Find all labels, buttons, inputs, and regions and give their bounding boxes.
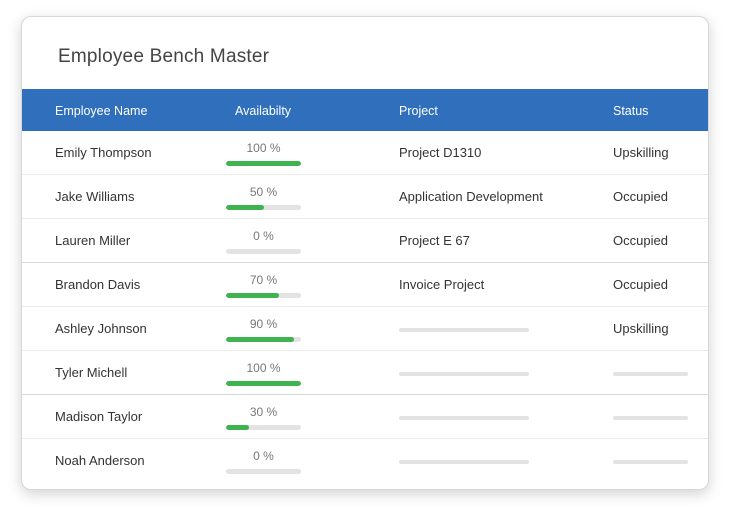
- table-body: Emily Thompson 100 % Project D1310 Upski…: [22, 131, 708, 482]
- project-name: Project D1310: [399, 145, 482, 160]
- table-row[interactable]: Brandon Davis 70 % Invoice Project Occup…: [22, 263, 708, 307]
- bench-master-card: Employee Bench Master Employee Name Avai…: [21, 16, 709, 490]
- project-name: Project E 67: [399, 233, 470, 248]
- availability-percent: 100 %: [246, 141, 281, 155]
- availability-percent: 50 %: [249, 185, 278, 199]
- availability-cell: 100 %: [226, 361, 301, 386]
- availability-cell: 100 %: [226, 141, 301, 166]
- employee-name: Lauren Miller: [55, 233, 131, 248]
- table-row[interactable]: Noah Anderson 0 %: [22, 439, 708, 482]
- project-placeholder: [399, 328, 529, 332]
- availability-percent: 30 %: [249, 405, 278, 419]
- status-placeholder: [613, 416, 688, 420]
- availability-bar-track: [226, 249, 301, 254]
- availability-bar-fill: [226, 337, 294, 342]
- employee-name: Jake Williams: [55, 189, 135, 204]
- employee-name: Tyler Michell: [55, 365, 128, 380]
- column-header-availability[interactable]: Availabilty: [235, 104, 291, 118]
- table-row[interactable]: Lauren Miller 0 % Project E 67 Occupied: [22, 219, 708, 263]
- status-text: Occupied: [613, 233, 668, 248]
- availability-bar-track: [226, 425, 301, 430]
- availability-bar-track: [226, 337, 301, 342]
- table-row[interactable]: Ashley Johnson 90 % Upskilling: [22, 307, 708, 351]
- status-placeholder: [613, 372, 688, 376]
- project-placeholder: [399, 416, 529, 420]
- employee-name: Emily Thompson: [55, 145, 152, 160]
- column-header-status[interactable]: Status: [613, 104, 648, 118]
- status-text: Upskilling: [613, 145, 669, 160]
- status-placeholder: [613, 460, 688, 464]
- availability-percent: 100 %: [246, 361, 281, 375]
- table-row[interactable]: Tyler Michell 100 %: [22, 351, 708, 395]
- employee-name: Noah Anderson: [55, 453, 145, 468]
- status-text: Occupied: [613, 189, 668, 204]
- availability-bar-track: [226, 293, 301, 298]
- project-name: Invoice Project: [399, 277, 485, 292]
- availability-bar-fill: [226, 381, 301, 386]
- availability-bar-fill: [226, 293, 279, 298]
- availability-cell: 0 %: [226, 229, 301, 254]
- employee-name: Madison Taylor: [55, 409, 143, 424]
- availability-cell: 90 %: [226, 317, 301, 342]
- availability-bar-track: [226, 161, 301, 166]
- table-row[interactable]: Jake Williams 50 % Application Developme…: [22, 175, 708, 219]
- status-text: Occupied: [613, 277, 668, 292]
- project-name: Application Development: [399, 189, 543, 204]
- availability-cell: 0 %: [226, 449, 301, 474]
- availability-percent: 70 %: [249, 273, 278, 287]
- availability-bar-fill: [226, 161, 301, 166]
- table-row[interactable]: Emily Thompson 100 % Project D1310 Upski…: [22, 131, 708, 175]
- availability-bar-track: [226, 381, 301, 386]
- availability-bar-track: [226, 205, 301, 210]
- project-placeholder: [399, 372, 529, 376]
- availability-bar-fill: [226, 425, 249, 430]
- employee-name: Ashley Johnson: [55, 321, 147, 336]
- project-placeholder: [399, 460, 529, 464]
- table-row[interactable]: Madison Taylor 30 %: [22, 395, 708, 439]
- availability-percent: 0 %: [253, 449, 274, 463]
- column-header-employee-name[interactable]: Employee Name: [55, 104, 147, 118]
- availability-bar-track: [226, 469, 301, 474]
- availability-percent: 0 %: [253, 229, 274, 243]
- availability-percent: 90 %: [249, 317, 278, 331]
- table-header: Employee Name Availabilty Project Status: [22, 89, 708, 131]
- availability-cell: 70 %: [226, 273, 301, 298]
- employee-name: Brandon Davis: [55, 277, 141, 292]
- availability-cell: 30 %: [226, 405, 301, 430]
- availability-cell: 50 %: [226, 185, 301, 210]
- column-header-project[interactable]: Project: [399, 104, 438, 118]
- page-title: Employee Bench Master: [58, 46, 270, 67]
- availability-bar-fill: [226, 205, 264, 210]
- status-text: Upskilling: [613, 321, 669, 336]
